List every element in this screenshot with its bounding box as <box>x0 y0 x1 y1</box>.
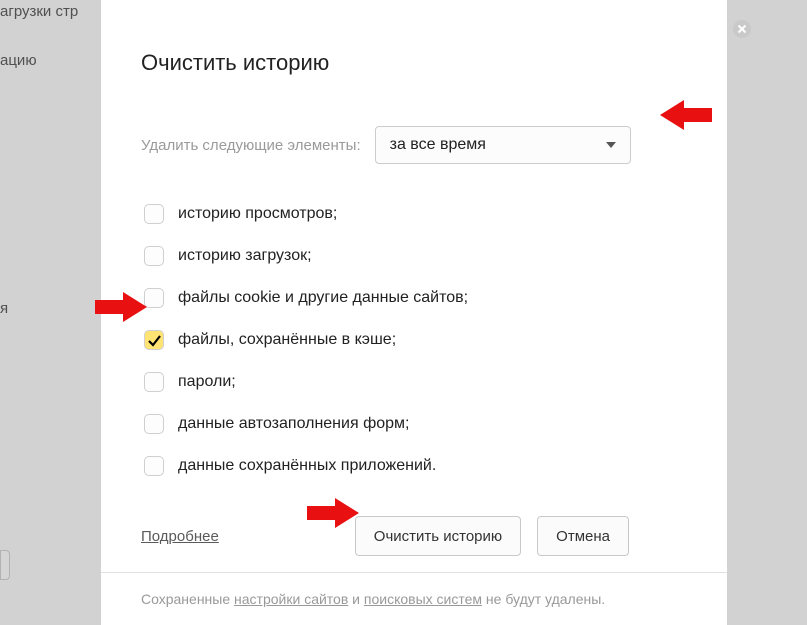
option-label: пароли; <box>178 373 236 391</box>
close-button[interactable] <box>733 20 751 38</box>
more-link[interactable]: Подробнее <box>141 528 219 545</box>
dialog-title: Очистить историю <box>141 50 687 76</box>
option-download-history[interactable]: историю загрузок; <box>144 246 687 266</box>
close-icon <box>733 20 751 38</box>
site-settings-link[interactable]: настройки сайтов <box>234 591 348 607</box>
option-label: историю загрузок; <box>178 247 312 265</box>
option-app-data[interactable]: данные сохранённых приложений. <box>144 456 687 476</box>
checkbox[interactable] <box>144 372 164 392</box>
checkbox[interactable] <box>144 288 164 308</box>
option-label: историю просмотров; <box>178 205 337 223</box>
option-passwords[interactable]: пароли; <box>144 372 687 392</box>
option-label: данные сохранённых приложений. <box>178 457 436 475</box>
option-cache[interactable]: файлы, сохранённые в кэше; <box>144 330 687 350</box>
checkbox[interactable] <box>144 246 164 266</box>
dialog-footer-note: Сохраненные настройки сайтов и поисковых… <box>101 572 727 625</box>
time-range-select[interactable]: за все время <box>375 126 631 164</box>
option-browsing-history[interactable]: историю просмотров; <box>144 204 687 224</box>
checkbox[interactable] <box>144 456 164 476</box>
checkbox[interactable] <box>144 204 164 224</box>
delete-range-label: Удалить следующие элементы: <box>141 137 361 154</box>
option-label: файлы, сохранённые в кэше; <box>178 331 396 349</box>
option-label: данные автозаполнения форм; <box>178 415 409 433</box>
checkbox[interactable] <box>144 414 164 434</box>
checkbox[interactable] <box>144 330 164 350</box>
clear-history-button[interactable]: Очистить историю <box>355 516 521 556</box>
cancel-button[interactable]: Отмена <box>537 516 629 556</box>
time-range-value: за все время <box>390 136 486 154</box>
option-cookies[interactable]: файлы cookie и другие данные сайтов; <box>144 288 687 308</box>
chevron-down-icon <box>606 142 616 148</box>
search-engines-link[interactable]: поисковых систем <box>364 591 482 607</box>
clear-history-dialog: Очистить историю Удалить следующие элеме… <box>101 0 727 625</box>
option-label: файлы cookie и другие данные сайтов; <box>178 289 468 307</box>
option-autofill[interactable]: данные автозаполнения форм; <box>144 414 687 434</box>
